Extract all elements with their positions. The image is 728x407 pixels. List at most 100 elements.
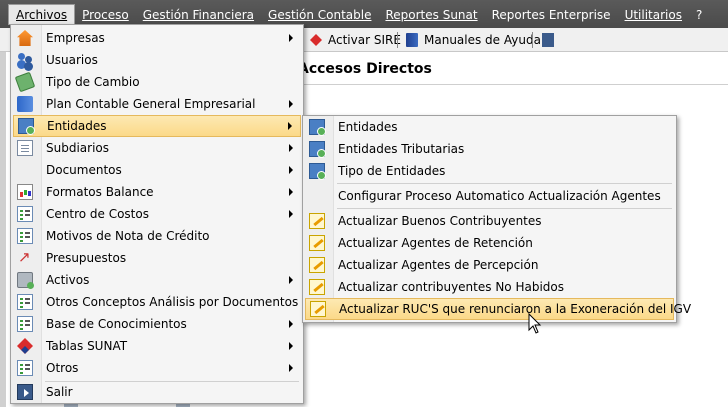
- submenu-item-agentes-percepcion[interactable]: Actualizar Agentes de Percepción: [305, 254, 674, 276]
- menu-item-label: Salir: [46, 385, 73, 399]
- menu-item-label: Documentos: [46, 163, 122, 177]
- menu-item-label: Tipo de Cambio: [46, 75, 140, 89]
- document-icon: [17, 140, 33, 156]
- menu-item-label: Motivos de Nota de Crédito: [46, 229, 210, 243]
- list-icon: [17, 294, 33, 310]
- submenu-arrow-icon: [289, 210, 293, 218]
- divider: [300, 84, 728, 85]
- menu-item-otros-conceptos[interactable]: Otros Conceptos Análisis por Documentos: [13, 291, 301, 313]
- menu-item-label: Actualizar Agentes de Percepción: [338, 258, 539, 272]
- submenu-arrow-icon: [289, 100, 293, 108]
- menu-help[interactable]: ?: [689, 5, 709, 24]
- menu-item-tipo-de-cambio[interactable]: Tipo de Cambio: [13, 71, 301, 93]
- menu-item-label: Plan Contable General Empresarial: [46, 97, 256, 111]
- menu-item-label: Entidades: [47, 119, 107, 133]
- menu-item-label: Activos: [46, 273, 90, 287]
- menu-separator: [337, 208, 672, 209]
- submenu-arrow-icon: [289, 320, 293, 328]
- submenu-arrow-icon: [289, 276, 293, 284]
- menu-item-label: Tipo de Entidades: [338, 164, 446, 178]
- menu-item-tablas-sunat[interactable]: Tablas SUNAT: [13, 335, 301, 357]
- menu-item-label: Empresas: [46, 31, 105, 45]
- manuales-ayuda-label: Manuales de Ayuda: [424, 33, 541, 47]
- toolbar-divider: [397, 32, 398, 48]
- submenu-item-configurar-proceso[interactable]: Configurar Proceso Automatico Actualizac…: [305, 185, 674, 207]
- menu-item-label: Centro de Costos: [46, 207, 149, 221]
- pencil-icon: [309, 213, 325, 229]
- menu-item-usuarios[interactable]: Usuarios: [13, 49, 301, 71]
- menu-item-label: Actualizar contribuyentes No Habidos: [338, 280, 564, 294]
- submenu-item-no-habidos[interactable]: Actualizar contribuyentes No Habidos: [305, 276, 674, 298]
- menu-item-label: Tablas SUNAT: [46, 339, 128, 353]
- menu-item-label: Formatos Balance: [46, 185, 154, 199]
- submenu-arrow-icon: [289, 166, 293, 174]
- assets-icon: [17, 272, 34, 289]
- manual-book-icon: [406, 33, 418, 47]
- submenu-item-buenos-contribuyentes[interactable]: Actualizar Buenos Contribuyentes: [305, 210, 674, 232]
- submenu-item-entidades[interactable]: Entidades: [305, 116, 674, 138]
- submenu-item-tipo-de-entidades[interactable]: Tipo de Entidades: [305, 160, 674, 182]
- left-panel-strip: [0, 52, 6, 407]
- entity-icon: [309, 141, 326, 158]
- toolbar-divider: [532, 32, 533, 48]
- menu-item-subdiarios[interactable]: Subdiarios: [13, 137, 301, 159]
- menu-proceso[interactable]: Proceso: [75, 5, 136, 24]
- menu-item-label: Entidades: [338, 120, 398, 134]
- menu-utilitarios[interactable]: Utilitarios: [618, 5, 689, 24]
- menu-item-label: Entidades Tributarias: [338, 142, 465, 156]
- menu-item-label: Configurar Proceso Automatico Actualizac…: [338, 189, 661, 203]
- chart-icon: [17, 184, 33, 200]
- menu-item-label: Otros Conceptos Análisis por Documentos: [46, 295, 299, 309]
- activar-sire-label: Activar SIRE: [328, 33, 401, 47]
- book-icon: [17, 96, 33, 112]
- house-icon: [17, 30, 33, 46]
- submenu-arrow-icon: [288, 122, 292, 130]
- toolbar-exit-button[interactable]: [536, 30, 560, 50]
- submenu-arrow-icon: [289, 364, 293, 372]
- submenu-item-agentes-retencion[interactable]: Actualizar Agentes de Retención: [305, 232, 674, 254]
- menu-reportes-enterprise[interactable]: Reportes Enterprise: [485, 5, 618, 24]
- users-icon: [17, 52, 33, 68]
- menu-item-entidades[interactable]: Entidades: [13, 115, 301, 137]
- menu-item-salir[interactable]: Salir: [13, 381, 301, 403]
- submenu-arrow-icon: [289, 34, 293, 42]
- list-icon: [17, 360, 33, 376]
- entity-icon: [18, 118, 35, 135]
- submenu-item-entidades-tributarias[interactable]: Entidades Tributarias: [305, 138, 674, 160]
- menu-item-label: Otros: [46, 361, 79, 375]
- submenu-item-exoneracion-igv[interactable]: Actualizar RUC'S que renunciaron a la Ex…: [305, 298, 691, 320]
- menu-item-plan-contable[interactable]: Plan Contable General Empresarial: [13, 93, 301, 115]
- submenu-arrow-icon: [289, 188, 293, 196]
- menu-archivos[interactable]: Archivos: [8, 3, 76, 25]
- menu-item-centro-de-costos[interactable]: Centro de Costos: [13, 203, 301, 225]
- menu-item-formatos-balance[interactable]: Formatos Balance: [13, 181, 301, 203]
- menu-item-motivos-nota-credito[interactable]: Motivos de Nota de Crédito: [13, 225, 301, 247]
- archivos-dropdown-menu: Empresas Usuarios Tipo de Cambio Plan Co…: [10, 24, 304, 404]
- manuales-ayuda-button[interactable]: Manuales de Ayuda: [400, 30, 547, 50]
- menu-item-presupuestos[interactable]: Presupuestos: [13, 247, 301, 269]
- entity-icon: [309, 119, 326, 136]
- entity-icon: [309, 163, 326, 180]
- menu-item-label: Actualizar Agentes de Retención: [338, 236, 533, 250]
- list-icon: [17, 206, 33, 222]
- menu-reportes-sunat[interactable]: Reportes Sunat: [378, 5, 484, 24]
- sunat-icon: [17, 338, 33, 354]
- menu-item-documentos[interactable]: Documentos: [13, 159, 301, 181]
- menu-gestion-financiera[interactable]: Gestión Financiera: [136, 5, 261, 24]
- submenu-arrow-icon: [289, 144, 293, 152]
- menu-item-label: Actualizar Buenos Contribuyentes: [338, 214, 542, 228]
- menu-item-base-conocimientos[interactable]: Base de Conocimientos: [13, 313, 301, 335]
- menu-item-label: Actualizar RUC'S que renunciaron a la Ex…: [339, 302, 692, 316]
- pencil-icon: [309, 257, 325, 273]
- menu-item-otros[interactable]: Otros: [13, 357, 301, 379]
- menu-item-label: Usuarios: [46, 53, 98, 67]
- menu-item-empresas[interactable]: Empresas: [13, 27, 301, 49]
- blank-icon: [309, 188, 325, 204]
- menu-item-activos[interactable]: Activos: [13, 269, 301, 291]
- list-icon: [17, 228, 33, 244]
- activar-sire-button[interactable]: Activar SIRE: [304, 30, 407, 50]
- menu-gestion-contable[interactable]: Gestión Contable: [261, 5, 378, 24]
- sire-icon: [310, 34, 322, 46]
- menu-separator: [337, 183, 672, 184]
- pencil-icon: [309, 235, 325, 251]
